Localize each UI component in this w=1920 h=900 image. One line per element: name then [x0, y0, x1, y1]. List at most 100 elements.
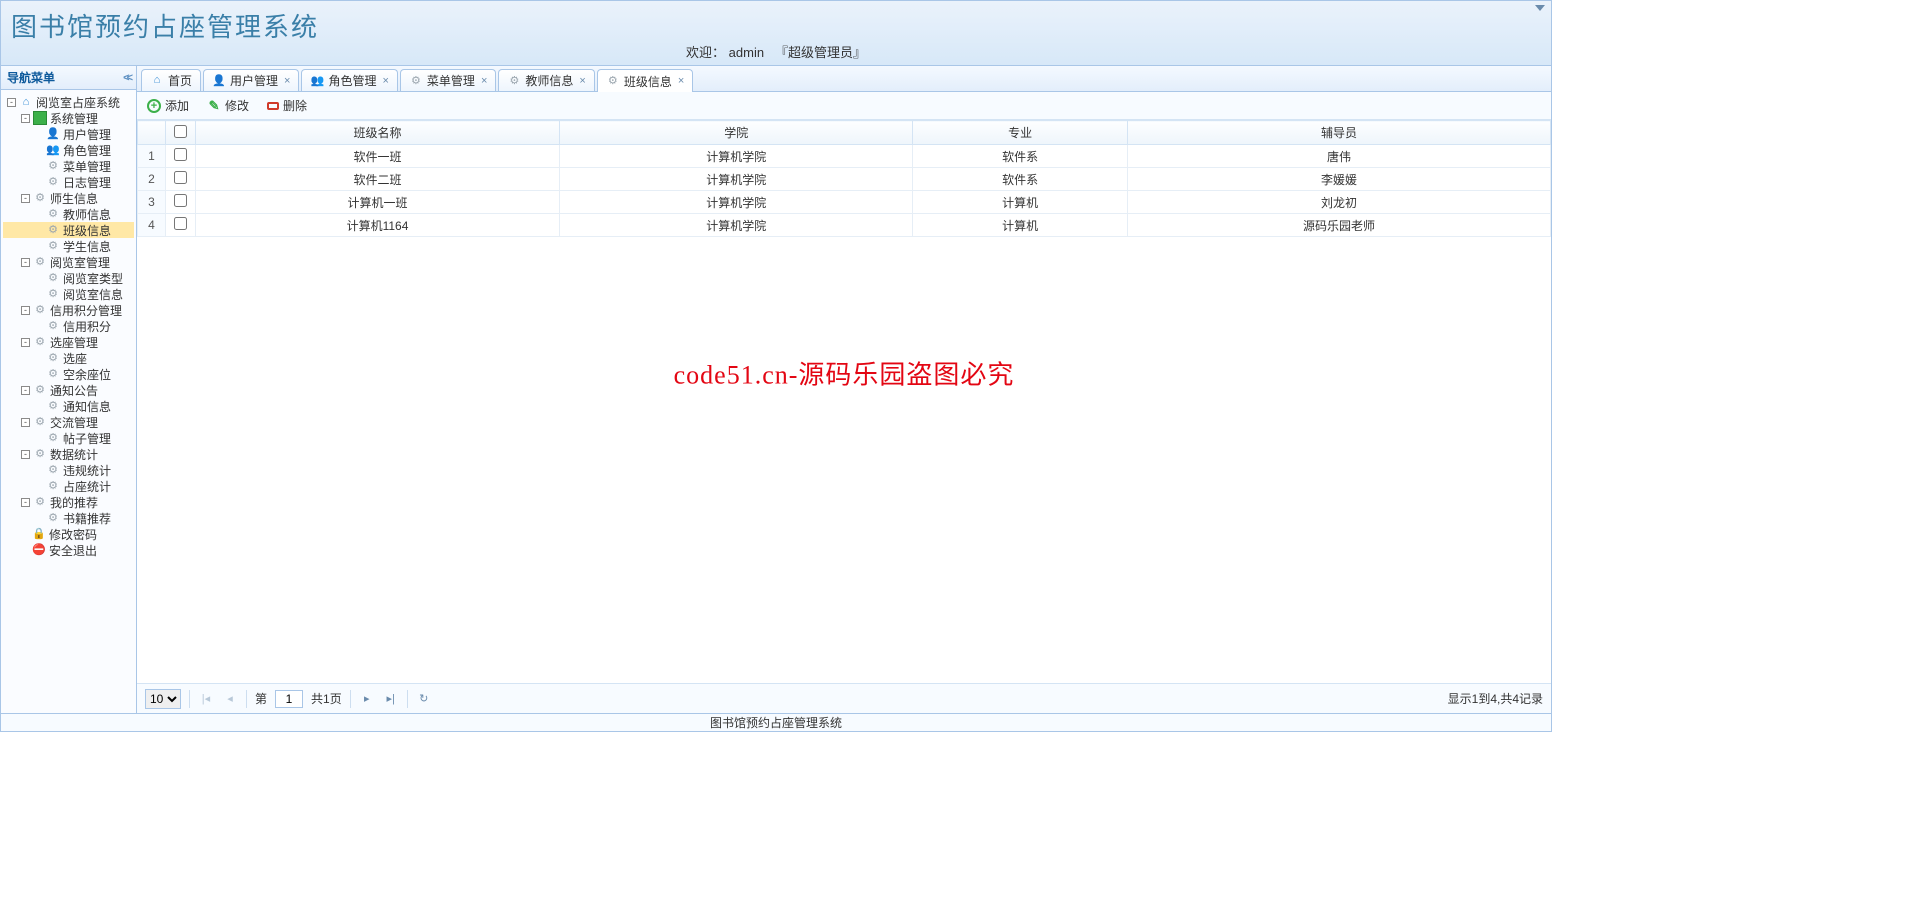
nav-item-26[interactable]: ⚙书籍推荐 — [3, 510, 134, 526]
header-collapse-icon[interactable] — [1535, 5, 1545, 11]
expand-icon[interactable]: - — [21, 114, 30, 123]
tab-close-icon[interactable]: × — [284, 75, 290, 87]
nav-item-0[interactable]: -⌂阅览室占座系统 — [3, 94, 134, 110]
refresh-button[interactable]: ↻ — [416, 691, 432, 707]
expand-icon[interactable]: - — [21, 338, 30, 347]
expand-icon[interactable]: - — [21, 450, 30, 459]
select-all-checkbox[interactable] — [174, 125, 187, 138]
gear-icon: ⚙ — [409, 74, 423, 88]
nav-item-label: 安全退出 — [49, 542, 97, 559]
table-row[interactable]: 1软件一班计算机学院软件系唐伟 — [138, 145, 1551, 168]
row-number: 1 — [138, 145, 166, 168]
column-header[interactable]: 学院 — [559, 121, 913, 145]
footer-text: 图书馆预约占座管理系统 — [1, 713, 1551, 731]
tab-2[interactable]: 👥角色管理× — [301, 69, 397, 91]
expand-icon[interactable]: - — [21, 386, 30, 395]
prev-page-button[interactable]: ◂ — [222, 691, 238, 707]
gear-icon: ⚙ — [46, 399, 60, 413]
nav-item-label: 违规统计 — [63, 462, 111, 479]
tab-1[interactable]: 👤用户管理× — [203, 69, 299, 91]
nav-item-7[interactable]: ⚙教师信息 — [3, 206, 134, 222]
nav-item-12[interactable]: ⚙阅览室信息 — [3, 286, 134, 302]
nav-item-label: 阅览室类型 — [63, 270, 123, 287]
last-page-button[interactable]: ▸| — [383, 691, 399, 707]
nav-item-13[interactable]: -⚙信用积分管理 — [3, 302, 134, 318]
tab-0[interactable]: ⌂首页 — [141, 69, 201, 91]
folder-icon — [33, 111, 47, 125]
tab-5[interactable]: ⚙班级信息× — [597, 69, 693, 92]
tab-label: 班级信息 — [624, 73, 672, 90]
tab-close-icon[interactable]: × — [382, 75, 388, 87]
table-row[interactable]: 2软件二班计算机学院软件系李媛媛 — [138, 168, 1551, 191]
expand-icon[interactable]: - — [21, 418, 30, 427]
nav-item-1[interactable]: -系统管理 — [3, 110, 134, 126]
row-checkbox[interactable] — [174, 194, 187, 207]
nav-item-22[interactable]: -⚙数据统计 — [3, 446, 134, 462]
sidebar-collapse-icon[interactable]: << — [123, 72, 130, 84]
cell: 计算机学院 — [559, 145, 913, 168]
nav-item-15[interactable]: -⚙选座管理 — [3, 334, 134, 350]
nav-item-24[interactable]: ⚙占座统计 — [3, 478, 134, 494]
cell: 计算机1164 — [196, 214, 560, 237]
nav-item-17[interactable]: ⚙空余座位 — [3, 366, 134, 382]
gear-icon: ⚙ — [46, 479, 60, 493]
nav-item-19[interactable]: ⚙通知信息 — [3, 398, 134, 414]
nav-item-3[interactable]: 👥角色管理 — [3, 142, 134, 158]
next-page-button[interactable]: ▸ — [359, 691, 375, 707]
column-header[interactable]: 专业 — [913, 121, 1127, 145]
tab-close-icon[interactable]: × — [678, 75, 684, 87]
row-number: 3 — [138, 191, 166, 214]
table-row[interactable]: 3计算机一班计算机学院计算机刘龙初 — [138, 191, 1551, 214]
nav-item-2[interactable]: 👤用户管理 — [3, 126, 134, 142]
tab-close-icon[interactable]: × — [481, 75, 487, 87]
nav-item-11[interactable]: ⚙阅览室类型 — [3, 270, 134, 286]
row-checkbox[interactable] — [174, 217, 187, 230]
tab-3[interactable]: ⚙菜单管理× — [400, 69, 496, 91]
tab-close-icon[interactable]: × — [579, 75, 585, 87]
nav-item-4[interactable]: ⚙菜单管理 — [3, 158, 134, 174]
nav-item-label: 选座管理 — [50, 334, 98, 351]
nav-item-27[interactable]: 🔒修改密码 — [3, 526, 134, 542]
nav-item-label: 教师信息 — [63, 206, 111, 223]
column-header[interactable]: 辅导员 — [1127, 121, 1550, 145]
expand-icon[interactable]: - — [7, 98, 16, 107]
expand-icon[interactable]: - — [21, 194, 30, 203]
nav-item-25[interactable]: -⚙我的推荐 — [3, 494, 134, 510]
first-page-button[interactable]: |◂ — [198, 691, 214, 707]
page-size-select[interactable]: 10 — [145, 689, 181, 709]
expand-icon[interactable]: - — [21, 306, 30, 315]
nav-item-28[interactable]: ⛔安全退出 — [3, 542, 134, 558]
expand-icon[interactable]: - — [21, 258, 30, 267]
nav-item-16[interactable]: ⚙选座 — [3, 350, 134, 366]
row-checkbox[interactable] — [174, 148, 187, 161]
tab-4[interactable]: ⚙教师信息× — [498, 69, 594, 91]
row-checkbox[interactable] — [174, 171, 187, 184]
nav-item-8[interactable]: ⚙班级信息 — [3, 222, 134, 238]
nav-item-label: 交流管理 — [50, 414, 98, 431]
nav-item-label: 阅览室管理 — [50, 254, 110, 271]
nav-item-9[interactable]: ⚙学生信息 — [3, 238, 134, 254]
expand-icon[interactable]: - — [21, 498, 30, 507]
app-title: 图书馆预约占座管理系统 — [11, 5, 1541, 46]
nav-item-21[interactable]: ⚙帖子管理 — [3, 430, 134, 446]
gear-icon: ⚙ — [46, 351, 60, 365]
gear-icon: ⚙ — [46, 287, 60, 301]
nav-item-label: 阅览室占座系统 — [36, 94, 120, 111]
nav-item-20[interactable]: -⚙交流管理 — [3, 414, 134, 430]
column-header[interactable]: 班级名称 — [196, 121, 560, 145]
table-row[interactable]: 4计算机1164计算机学院计算机源码乐园老师 — [138, 214, 1551, 237]
nav-item-23[interactable]: ⚙违规统计 — [3, 462, 134, 478]
nav-item-5[interactable]: ⚙日志管理 — [3, 174, 134, 190]
edit-button[interactable]: ✎ 修改 — [207, 97, 249, 114]
nav-item-18[interactable]: -⚙通知公告 — [3, 382, 134, 398]
gear-icon: ⚙ — [33, 447, 47, 461]
tab-label: 教师信息 — [525, 72, 573, 89]
page-number-input[interactable] — [275, 690, 303, 708]
nav-item-10[interactable]: -⚙阅览室管理 — [3, 254, 134, 270]
add-button[interactable]: + 添加 — [147, 97, 189, 114]
tab-label: 首页 — [168, 72, 192, 89]
nav-item-14[interactable]: ⚙信用积分 — [3, 318, 134, 334]
nav-item-6[interactable]: -⚙师生信息 — [3, 190, 134, 206]
page-label-prefix: 第 — [255, 690, 267, 707]
delete-button[interactable]: 删除 — [267, 97, 307, 114]
